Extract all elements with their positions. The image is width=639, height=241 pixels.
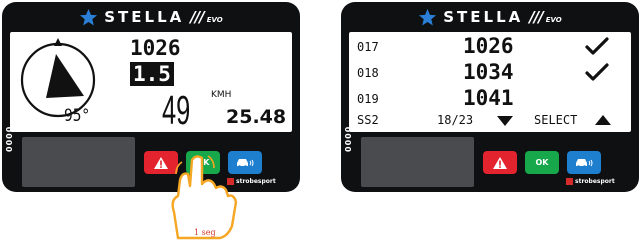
device-left: STELLA /// EVO 95° 1026 1.5 49 KMH 25.48… — [2, 2, 300, 192]
checkpoint-value: 1026 — [463, 34, 514, 58]
powered-by-text: strobesport — [575, 178, 615, 185]
gray-panel — [22, 137, 135, 187]
powered-by-text: strobesport — [236, 178, 276, 185]
select-label: SELECT — [534, 113, 578, 127]
checkpoint-value: 1041 — [463, 86, 514, 110]
side-label: 0000 — [344, 125, 353, 152]
device-right: STELLA /// EVO 017 1026 018 1034 019 104… — [341, 2, 639, 192]
hold-duration-caption: 1 seg — [194, 228, 216, 237]
star-logo-icon — [419, 8, 437, 25]
brand-bars: /// — [190, 8, 204, 26]
heading-arrow-icon — [46, 54, 84, 98]
check-icon — [585, 37, 609, 55]
side-label: 0000 — [5, 125, 14, 152]
checkpoint-number: 018 — [357, 66, 379, 80]
check-icon — [585, 63, 609, 81]
star-logo-icon — [80, 8, 98, 25]
progress-counter: 18/23 — [437, 113, 474, 127]
car-signal-icon — [576, 158, 593, 168]
brand-edition: EVO — [545, 16, 562, 24]
heading-value: 95° — [64, 106, 91, 126]
checkpoint-number: 017 — [357, 40, 379, 54]
checkpoint-row: 018 1034 — [349, 60, 631, 84]
average-value: 25.48 — [226, 106, 287, 128]
car-button[interactable] — [567, 151, 601, 174]
speed-unit: KMH — [211, 90, 232, 100]
warning-button[interactable] — [483, 151, 517, 174]
screen-footer: SS2 18/23 SELECT — [349, 110, 631, 130]
checkpoint-value: 1034 — [463, 60, 514, 84]
ok-button[interactable]: OK — [525, 151, 559, 174]
brand-name: STELLA — [443, 8, 524, 26]
brand-bars: /// — [529, 8, 543, 26]
powered-by-logo: strobesport — [566, 178, 615, 185]
display-screen: 017 1026 018 1034 019 1041 SS2 18/23 SEL… — [349, 32, 631, 132]
strobesport-logo-icon — [566, 178, 573, 185]
gray-panel — [361, 137, 474, 187]
odometer-value: 1026 — [130, 36, 181, 60]
speed-value: 49 — [162, 87, 191, 132]
checkpoint-number: 019 — [357, 92, 379, 106]
scroll-down-icon[interactable] — [497, 116, 513, 126]
ok-button-label: OK — [535, 158, 549, 167]
delta-value: 1.5 — [130, 62, 174, 86]
brand-header: STELLA /// EVO — [2, 4, 300, 30]
warning-triangle-icon — [493, 156, 507, 169]
stage-label: SS2 — [357, 113, 379, 127]
brand-edition: EVO — [206, 16, 223, 24]
scroll-up-icon[interactable] — [595, 115, 611, 125]
checkpoint-row: 019 1041 — [349, 86, 631, 110]
brand-name: STELLA — [104, 8, 185, 26]
display-screen: 95° 1026 1.5 49 KMH 25.48 — [10, 32, 292, 132]
brand-header: STELLA /// EVO — [341, 4, 639, 30]
checkpoint-row: 017 1026 — [349, 34, 631, 58]
